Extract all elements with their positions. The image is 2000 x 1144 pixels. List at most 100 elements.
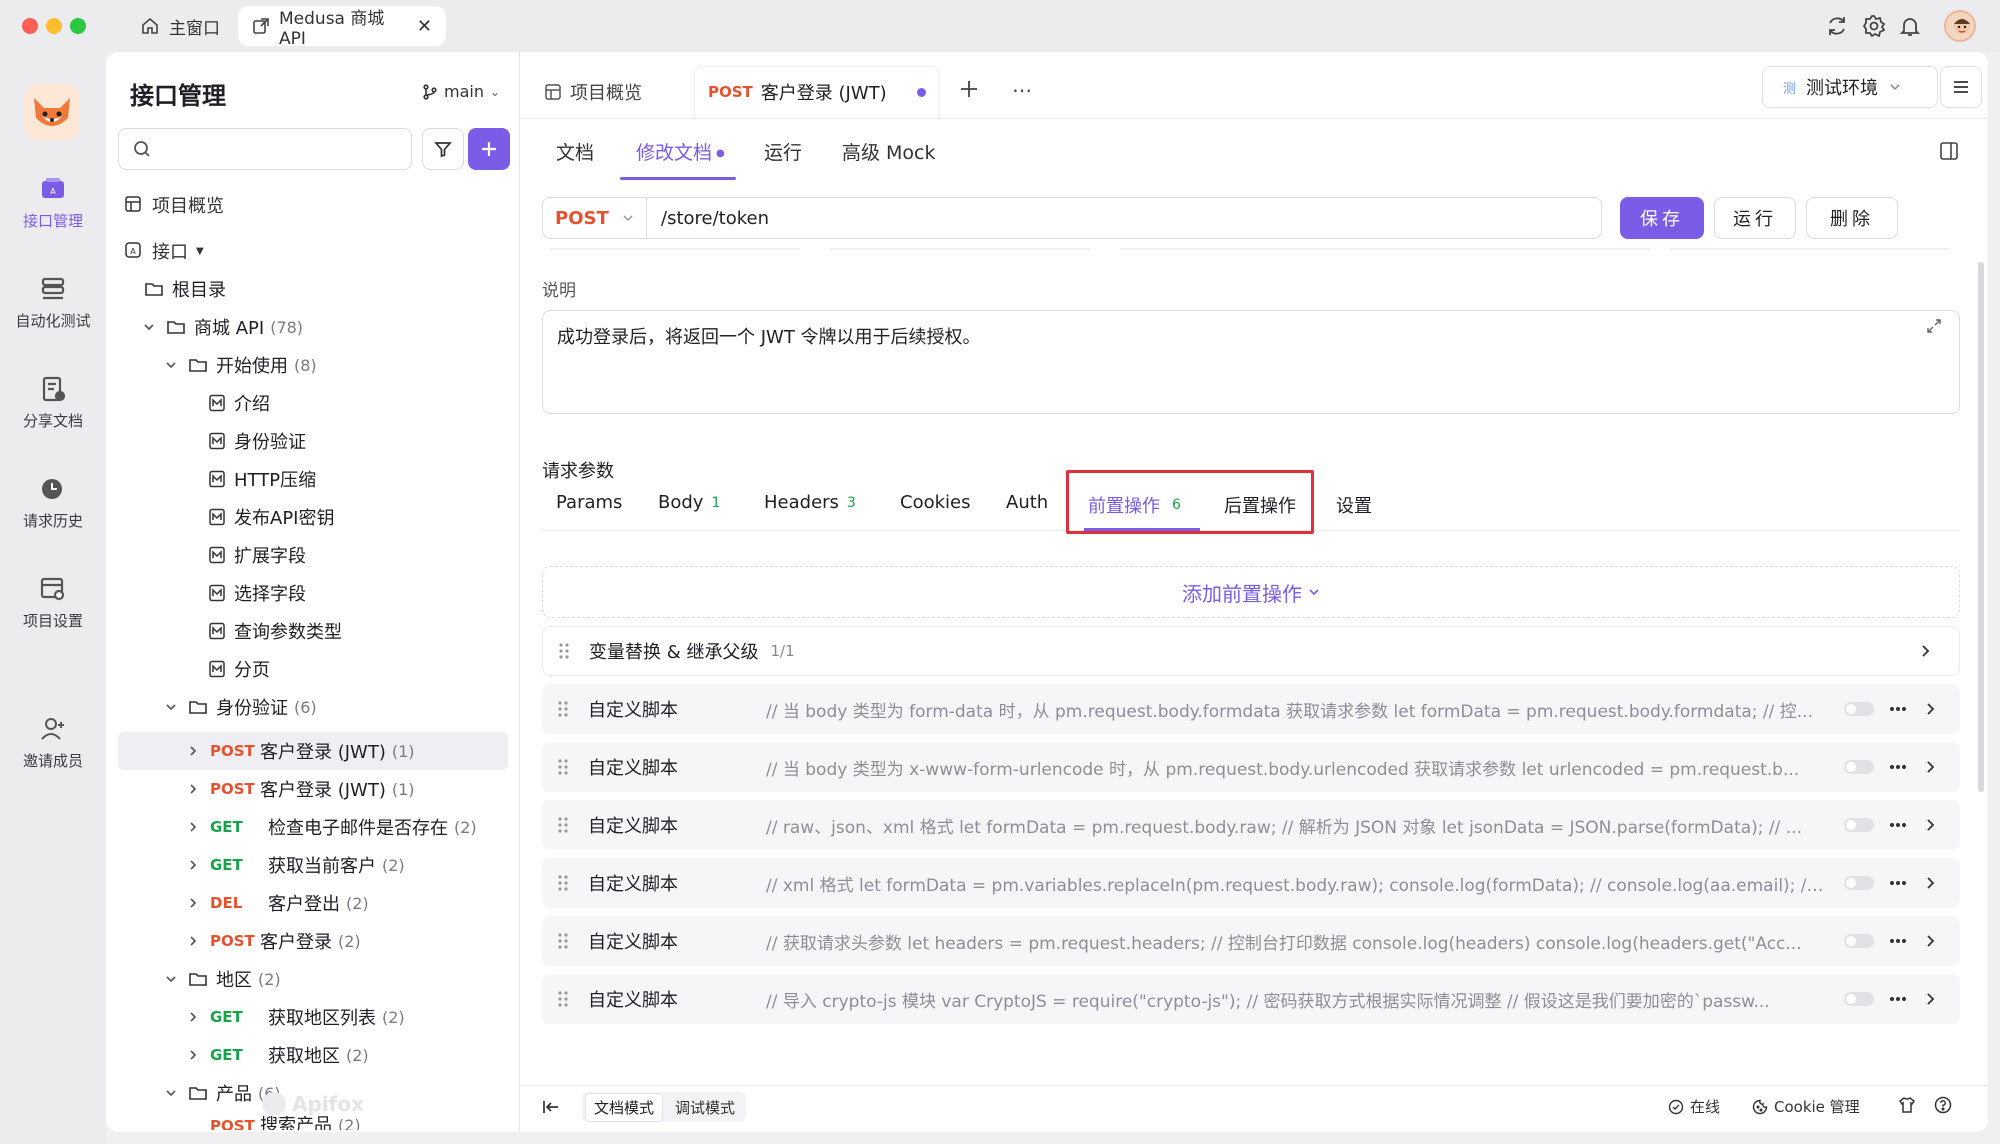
toggle-sidebar-icon[interactable] [1938, 140, 1960, 162]
param-tab-params[interactable]: Params [556, 492, 622, 513]
subtab-doc[interactable]: 文档 [556, 138, 594, 178]
tree-doc-item[interactable]: HTTP压缩 [208, 461, 316, 497]
drag-handle-icon[interactable] [556, 698, 570, 720]
tree-endpoint-item[interactable]: GET 获取地区 (2) [186, 1037, 369, 1073]
shirt-theme-icon[interactable] [1898, 1096, 1916, 1114]
environment-selector[interactable]: 测 测试环境 [1762, 66, 1938, 108]
chevron-down-icon[interactable] [142, 320, 156, 334]
close-window-button[interactable] [22, 18, 38, 34]
more-options-icon[interactable] [1888, 873, 1908, 893]
param-tab-settings[interactable]: 设置 [1336, 492, 1372, 518]
tree-folder-region[interactable]: 地区 (2) [164, 961, 281, 997]
vertical-scrollbar[interactable] [1978, 262, 1984, 792]
tree-endpoint-item[interactable]: POST 客户登录 (JWT) (1) [186, 771, 415, 807]
tree-folder-auth[interactable]: 身份验证 (6) [164, 689, 317, 725]
more-options-icon[interactable] [1888, 699, 1908, 719]
window-tab-home[interactable]: 主窗口 [126, 6, 234, 46]
script-enable-toggle[interactable] [1844, 818, 1874, 832]
main-menu-button[interactable] [1940, 66, 1982, 108]
custom-script-row[interactable]: 自定义脚本 // 当 body 类型为 x-www-form-urlencode… [542, 742, 1960, 792]
tree-doc-item[interactable]: 介绍 [208, 385, 270, 421]
chevron-right-icon[interactable] [1922, 759, 1938, 775]
rail-item-project-settings[interactable]: 项目设置 [0, 574, 106, 631]
more-tabs-icon[interactable]: ⋯ [1012, 78, 1033, 102]
doc-mode-toggle[interactable]: 文档模式 [585, 1092, 664, 1122]
settings-gear-icon[interactable] [1862, 14, 1886, 38]
tree-item-api-root[interactable]: A 接口 ▼ [124, 233, 204, 269]
new-tab-plus-icon[interactable] [958, 78, 980, 100]
chevron-right-icon[interactable] [186, 858, 200, 872]
close-tab-icon[interactable]: ✕ [417, 16, 432, 37]
tree-endpoint-item[interactable]: DEL 客户登出 (2) [186, 885, 369, 921]
chevron-right-icon[interactable] [186, 820, 200, 834]
tree-doc-item[interactable]: 扩展字段 [208, 537, 306, 573]
expand-icon[interactable] [1926, 318, 1942, 334]
rail-item-invite-members[interactable]: 邀请成员 [0, 714, 106, 771]
rail-item-share-docs[interactable]: 分享文档 [0, 374, 106, 431]
script-enable-toggle[interactable] [1844, 934, 1874, 948]
drag-handle-icon[interactable] [557, 640, 571, 662]
chevron-down-icon[interactable] [164, 700, 178, 714]
custom-script-row[interactable]: 自定义脚本 // 获取请求头参数 let headers = pm.reques… [542, 916, 1960, 966]
tree-folder-root[interactable]: 根目录 [144, 271, 226, 307]
tree-endpoint-item[interactable]: POST 客户登录 (JWT) (1) [186, 733, 415, 769]
chevron-right-icon[interactable] [1922, 991, 1938, 1007]
drag-handle-icon[interactable] [556, 814, 570, 836]
param-tab-auth[interactable]: Auth [1006, 492, 1048, 513]
subtab-run[interactable]: 运行 [764, 138, 802, 178]
tree-doc-item[interactable]: 发布API密钥 [208, 499, 334, 535]
description-textarea[interactable]: 成功登录后，将返回一个 JWT 令牌以用于后续授权。 [542, 310, 1960, 414]
tree-endpoint-item[interactable]: GET 获取当前客户 (2) [186, 847, 405, 883]
tree-endpoint-item[interactable]: GET 获取地区列表 (2) [186, 999, 405, 1035]
chevron-right-icon[interactable] [186, 782, 200, 796]
help-icon[interactable] [1934, 1096, 1952, 1114]
maximize-window-button[interactable] [70, 18, 86, 34]
project-logo[interactable] [24, 84, 80, 140]
window-tab-project[interactable]: Medusa 商城 API ✕ [238, 6, 446, 49]
subtab-advanced-mock[interactable]: 高级 Mock [842, 138, 936, 178]
drag-handle-icon[interactable] [556, 756, 570, 778]
param-tab-body[interactable]: Body 1 [658, 492, 720, 513]
url-input[interactable]: /store/token [647, 208, 769, 229]
user-avatar[interactable] [1944, 10, 1976, 42]
run-button[interactable]: 运行 [1714, 197, 1796, 239]
more-options-icon[interactable] [1888, 815, 1908, 835]
chevron-down-icon[interactable] [164, 358, 178, 372]
subtab-edit-doc[interactable]: 修改文档 ● [636, 138, 725, 178]
tree-endpoint-item[interactable]: GET 检查电子邮件是否存在 (2) [186, 809, 477, 845]
method-selector[interactable]: POST [543, 198, 647, 238]
refresh-icon[interactable] [1825, 14, 1849, 38]
script-enable-toggle[interactable] [1844, 760, 1874, 774]
chevron-right-icon[interactable] [1922, 701, 1938, 717]
more-options-icon[interactable] [1888, 757, 1908, 777]
more-options-icon[interactable] [1888, 989, 1908, 1009]
debug-mode-toggle[interactable]: 调试模式 [667, 1094, 743, 1121]
script-enable-toggle[interactable] [1844, 876, 1874, 890]
chevron-right-icon[interactable] [1917, 643, 1933, 659]
tree-doc-item[interactable]: 分页 [208, 651, 270, 687]
drag-handle-icon[interactable] [556, 872, 570, 894]
param-tab-headers[interactable]: Headers 3 [764, 492, 856, 513]
tree-endpoint-item[interactable]: POST 客户登录 (2) [186, 923, 361, 959]
search-input[interactable] [118, 128, 412, 170]
chevron-right-icon[interactable] [1922, 933, 1938, 949]
tree-doc-item[interactable]: 选择字段 [208, 575, 306, 611]
chevron-down-icon[interactable] [164, 1086, 178, 1100]
tab-project-overview[interactable]: 项目概览 [544, 70, 642, 114]
collapse-left-icon[interactable] [542, 1098, 560, 1116]
drag-handle-icon[interactable] [556, 930, 570, 952]
custom-script-row[interactable]: 自定义脚本 // raw、json、xml 格式 let formData = … [542, 800, 1960, 850]
chevron-down-icon[interactable] [164, 972, 178, 986]
tree-doc-item[interactable]: 身份验证 [208, 423, 306, 459]
bell-icon[interactable] [1898, 14, 1922, 38]
tree-folder-getting-started[interactable]: 开始使用 (8) [164, 347, 317, 383]
tree-folder-shop-api[interactable]: 商城 API (78) [142, 309, 303, 345]
tree-doc-item[interactable]: 查询参数类型 [208, 613, 342, 649]
drag-handle-icon[interactable] [556, 988, 570, 1010]
variable-replace-row[interactable]: 变量替换 & 继承父级 1/1 [542, 626, 1960, 676]
rail-item-api-management[interactable]: A 接口管理 [0, 174, 106, 231]
rail-item-automation-test[interactable]: 自动化测试 [0, 274, 106, 331]
chevron-right-icon[interactable] [186, 744, 200, 758]
tree-item-overview[interactable]: 项目概览 [124, 187, 224, 223]
minimize-window-button[interactable] [46, 18, 62, 34]
